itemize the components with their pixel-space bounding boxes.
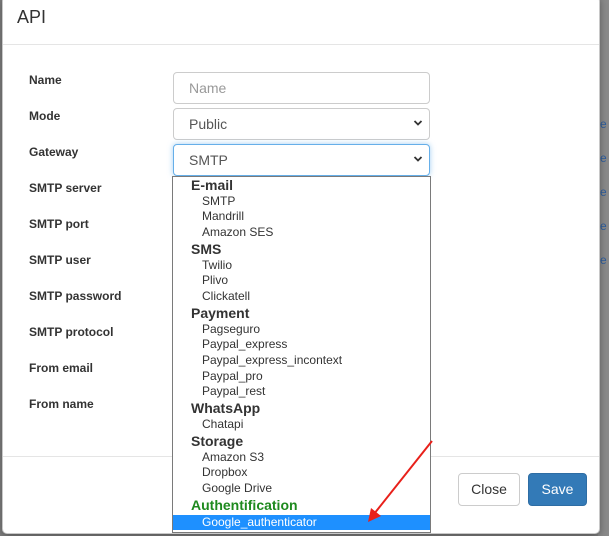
mode-select[interactable]: Public <box>173 108 430 140</box>
option-clickatell[interactable]: Clickatell <box>173 289 430 304</box>
option-paypal-express-incontext[interactable]: Paypal_express_incontext <box>173 353 430 368</box>
background-link-fragment: e <box>600 253 607 267</box>
smtp-server-label: SMTP server <box>29 181 102 195</box>
option-twilio[interactable]: Twilio <box>173 258 430 273</box>
from-email-label: From email <box>29 361 94 375</box>
name-input[interactable]: Name <box>173 72 430 104</box>
modal-header: API <box>3 0 599 45</box>
option-google-authenticator[interactable]: Google_authenticator <box>173 515 430 530</box>
gateway-dropdown-list[interactable]: E-mail SMTP Mandrill Amazon SES SMS Twil… <box>172 176 431 533</box>
option-paypal-pro[interactable]: Paypal_pro <box>173 369 430 384</box>
background-link-fragment: e <box>600 185 607 199</box>
option-amazon-ses[interactable]: Amazon SES <box>173 225 430 240</box>
save-button[interactable]: Save <box>528 473 587 506</box>
optgroup-storage: Storage <box>191 433 244 449</box>
gateway-select-value: SMTP <box>189 152 228 168</box>
optgroup-authentification: Authentification <box>191 497 298 513</box>
option-mandrill[interactable]: Mandrill <box>173 209 430 224</box>
optgroup-payment: Payment <box>191 305 250 321</box>
smtp-user-label: SMTP user <box>29 253 91 267</box>
option-paypal-express[interactable]: Paypal_express <box>173 337 430 352</box>
gateway-select[interactable]: SMTP <box>173 144 430 176</box>
smtp-protocol-label: SMTP protocol <box>29 325 114 339</box>
smtp-password-label: SMTP password <box>29 289 122 303</box>
mode-select-value: Public <box>189 116 228 132</box>
option-google-drive[interactable]: Google Drive <box>173 481 430 496</box>
background-link-fragment: e <box>600 219 607 233</box>
chevron-down-icon <box>413 120 423 126</box>
from-name-label: From name <box>29 397 94 411</box>
option-dropbox[interactable]: Dropbox <box>173 465 430 480</box>
background-link-fragment: e <box>600 117 607 131</box>
option-pagseguro[interactable]: Pagseguro <box>173 322 430 337</box>
optgroup-sms: SMS <box>191 241 222 257</box>
name-label: Name <box>29 73 62 87</box>
option-smtp[interactable]: SMTP <box>173 194 430 209</box>
option-plivo[interactable]: Plivo <box>173 273 430 288</box>
background-link-fragment: e <box>600 151 607 165</box>
smtp-port-label: SMTP port <box>29 217 89 231</box>
optgroup-email: E-mail <box>191 177 234 193</box>
chevron-down-icon <box>413 156 423 162</box>
optgroup-whatsapp: WhatsApp <box>191 400 261 416</box>
mode-label: Mode <box>29 109 61 123</box>
option-paypal-rest[interactable]: Paypal_rest <box>173 384 430 399</box>
close-button[interactable]: Close <box>458 473 520 506</box>
modal-title: API <box>17 7 47 27</box>
gateway-label: Gateway <box>29 145 79 159</box>
option-amazon-s3[interactable]: Amazon S3 <box>173 450 430 465</box>
option-chatapi[interactable]: Chatapi <box>173 417 430 432</box>
